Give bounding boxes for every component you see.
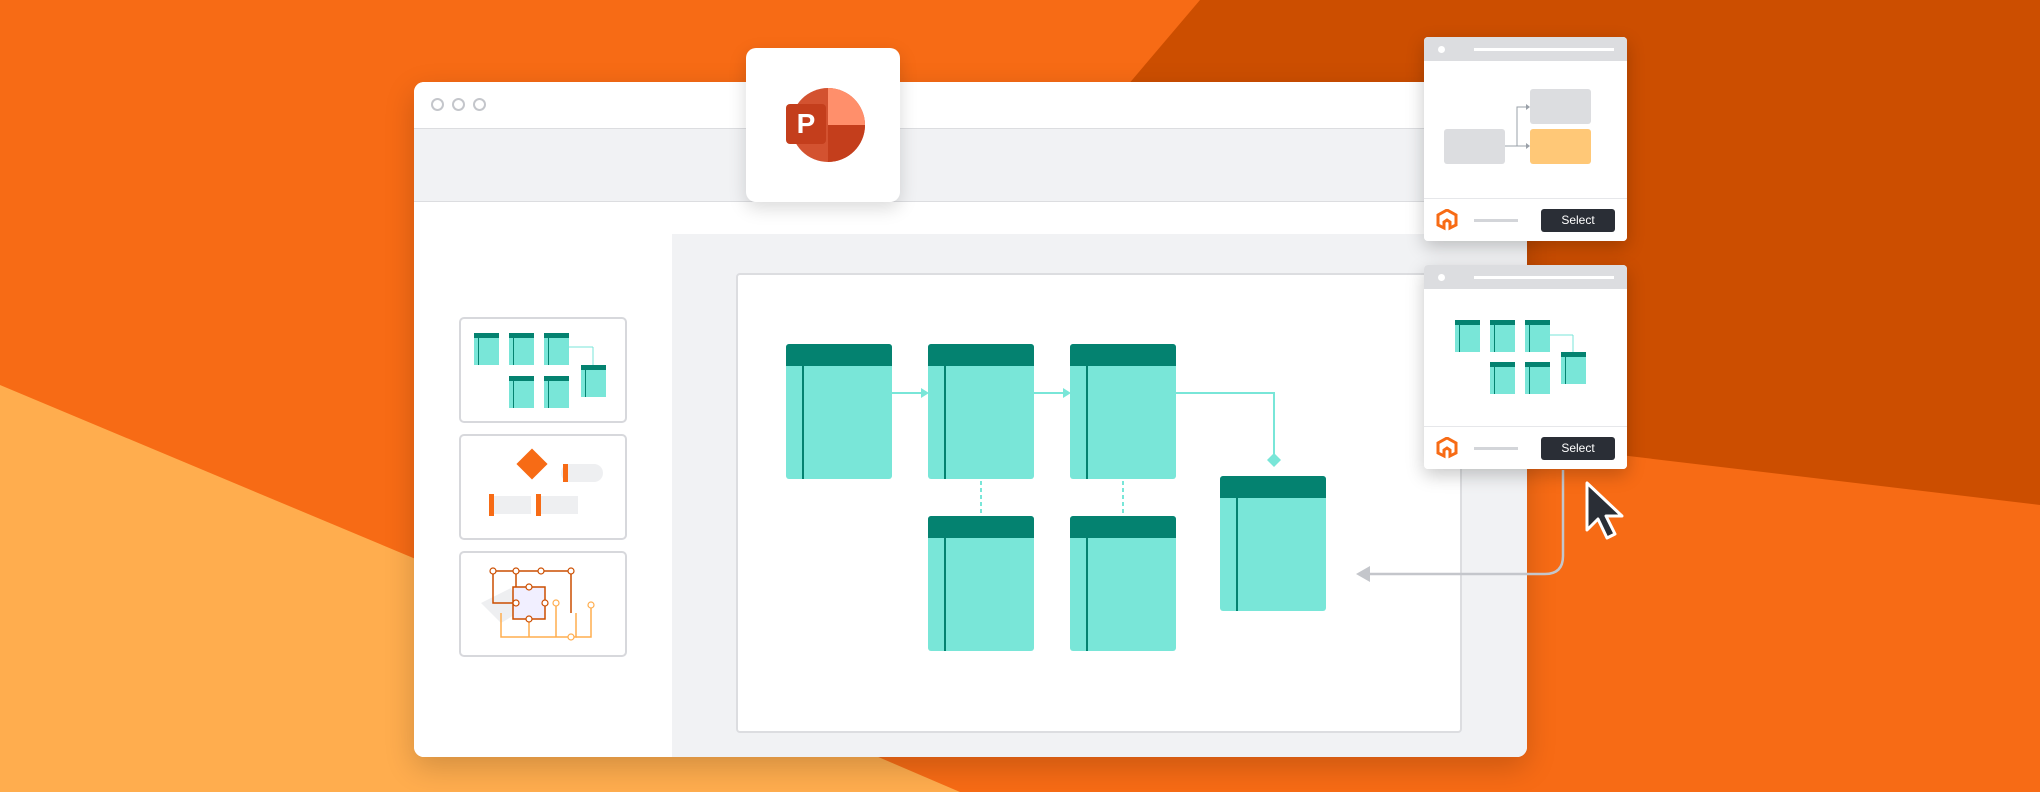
card-label-placeholder	[1474, 447, 1518, 450]
powerpoint-logo: P	[786, 88, 865, 162]
card-footer: Select	[1424, 426, 1627, 469]
flowchart-preview	[1444, 89, 1591, 164]
mouse-cursor-icon	[1585, 481, 1624, 540]
database-preview	[1424, 289, 1627, 427]
lucid-logo-icon	[1436, 209, 1458, 231]
card-header	[1424, 37, 1627, 61]
powerpoint-app-icon: P	[746, 48, 900, 202]
insert-arrow	[1356, 470, 1565, 582]
card-label-placeholder	[1474, 219, 1518, 222]
card-header	[1424, 265, 1627, 289]
powerpoint-logo-letter: P	[797, 108, 816, 139]
connector-lines	[1550, 334, 1574, 352]
lucid-logo-icon	[1436, 437, 1458, 459]
template-card-flowchart[interactable]: Select	[1424, 37, 1627, 241]
select-button[interactable]: Select	[1541, 437, 1615, 460]
card-footer: Select	[1424, 198, 1627, 241]
template-card-database[interactable]: Select	[1424, 265, 1627, 469]
select-button[interactable]: Select	[1541, 209, 1615, 232]
